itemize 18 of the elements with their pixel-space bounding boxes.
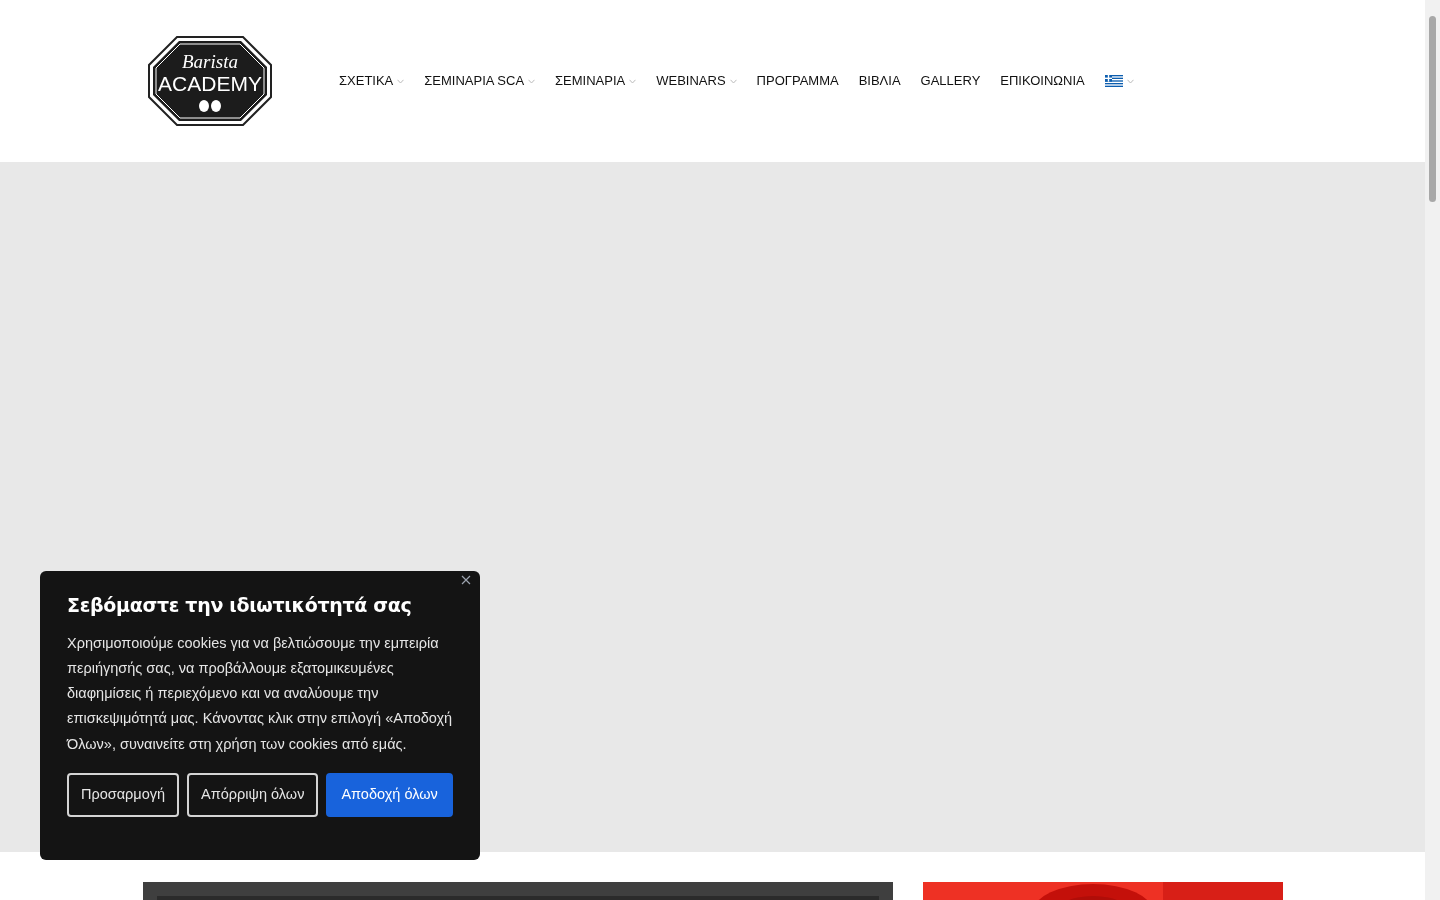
nav-link[interactable]: ΣΧΕΤΙΚΑ [339, 71, 405, 91]
cookie-title: Σεβόμαστε την ιδιωτικότητά σας [67, 593, 413, 618]
cookie-button[interactable]: Προσαρμογή [67, 773, 180, 817]
logo[interactable]: Barista ACADEMY [147, 35, 273, 127]
nav-link[interactable]: ΠΡΟΓΡΑΜΜΑ [756, 71, 839, 91]
nav-link[interactable]: ΣΕΜΙΝΑΡΙΑ SCA [424, 71, 536, 91]
nav-link[interactable]: GALLERY [920, 71, 981, 91]
close-icon[interactable] [461, 575, 471, 585]
flag-icon [1104, 75, 1123, 87]
cookie-button[interactable]: Απόρριψη όλων [187, 773, 319, 817]
cookie-text: Χρησιμοποιούμε cookies για να βελτιώσουμε την εμπειρία περιήγησής σας, να προβάλλουμε εξατομικευμένες διαφημίσεις ή περιεχόμενο και να αναλύουμε την επισκεψιμότητά μας. Κάνοντας κλικ στην επιλογή «Αποδοχή Όλων», συναινείτε στη χρήση των cookies από εμάς. [67, 633, 453, 754]
nav-link[interactable]: ΣΕΜΙΝΑΡΙΑ [555, 71, 637, 91]
nav-link[interactable]: ΒΙΒΛΙΑ [858, 71, 901, 91]
cookie-button[interactable]: Αποδοχή όλων [326, 773, 453, 817]
language-switcher[interactable] [1104, 75, 1134, 87]
nav-link[interactable]: ΕΠΙΚΟΙΝΩΝΙΑ [1000, 71, 1085, 91]
nav-link[interactable]: WEBINARS [656, 71, 737, 91]
scrollbar[interactable] [1425, 0, 1440, 900]
